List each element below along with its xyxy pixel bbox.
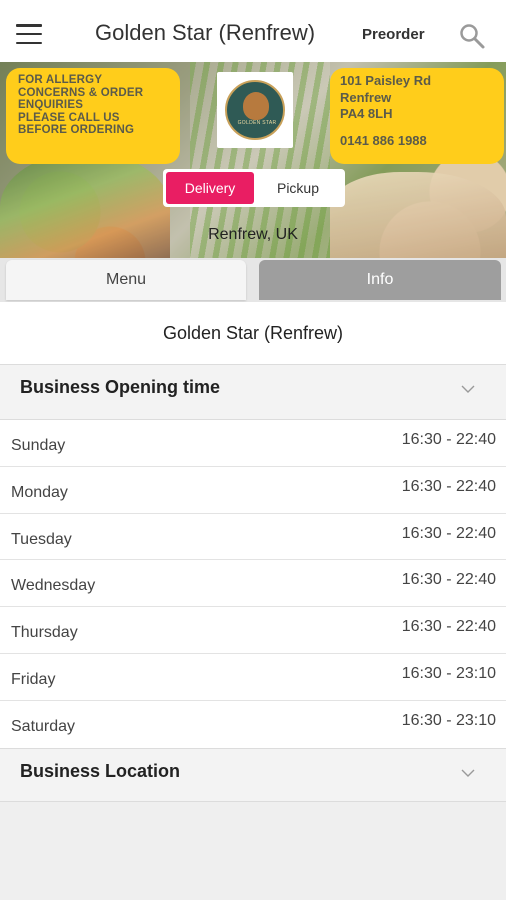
section-title: Business Opening time [20,377,221,397]
time-range: 16:30 - 22:40 [401,571,496,589]
restaurant-location: Renfrew, UK [208,226,298,243]
day-label: Wednesday [11,577,96,595]
hero-banner: FOR ALLERGY CONCERNS & ORDER ENQUIRIES P… [0,62,506,258]
hours-row: Monday 16:30 - 22:40 [0,467,506,514]
hours-row: Sunday 16:30 - 22:40 [0,420,506,467]
day-label: Tuesday [11,530,72,548]
hours-row: Friday 16:30 - 23:10 [0,654,506,701]
address-line: PA4 8LH [340,106,393,121]
day-label: Saturday [11,717,76,735]
logo-emblem: GOLDEN STAR [225,80,285,140]
time-range: 16:30 - 23:10 [401,711,496,729]
hours-row: Wednesday 16:30 - 22:40 [0,560,506,608]
address-line: Renfrew [340,89,392,105]
hours-row: Tuesday 16:30 - 22:40 [0,514,506,561]
day-label: Sunday [11,437,66,454]
app-title: Golden Star (Renfrew) [95,20,316,45]
tab-menu[interactable]: Menu [6,260,246,300]
day-label: Monday [11,483,68,501]
tab-bar: Menu Info [0,258,506,302]
address-line: 101 Paisley Rd [340,73,432,88]
location-section-header[interactable]: Business Location [0,747,506,802]
time-range: 16:30 - 22:40 [401,618,496,636]
time-range: 16:30 - 23:10 [401,664,496,682]
chevron-down-icon [461,769,475,777]
time-range: 16:30 - 22:40 [401,431,496,448]
tab-info[interactable]: Info [259,260,501,300]
allergy-line: BEFORE ORDERING [18,124,135,136]
logo-text: GOLDEN STAR [237,120,277,126]
opening-hours-list: Sunday 16:30 - 22:40 Monday 16:30 - 22:4… [0,420,506,748]
allergy-line: FOR ALLERGY [18,74,103,86]
pickup-button[interactable]: Pickup [254,172,342,204]
search-icon[interactable] [458,22,486,50]
time-range: 16:30 - 22:40 [401,524,496,542]
info-panel: Golden Star (Renfrew) Business Opening t… [0,302,506,802]
chevron-down-icon [461,385,475,393]
app-bar: Golden Star (Renfrew) Preorder [0,0,506,62]
order-type-toggle: Delivery Pickup [163,169,345,207]
time-range: 16:30 - 22:40 [401,477,496,495]
phone-number: 0141 886 1988 [340,132,427,148]
allergy-line: ENQUIRIES [18,99,84,111]
day-label: Thursday [11,624,78,642]
hours-row: Thursday 16:30 - 22:40 [0,607,506,654]
address-notice: 101 Paisley Rd Renfrew PA4 8LH 0141 886 … [330,68,504,164]
day-label: Friday [11,670,56,688]
restaurant-logo: GOLDEN STAR [217,72,293,148]
preorder-button[interactable]: Preorder [362,26,425,43]
allergy-notice: FOR ALLERGY CONCERNS & ORDER ENQUIRIES P… [6,68,180,164]
business-name: Golden Star (Renfrew) [0,302,506,364]
hamburger-icon[interactable] [16,24,42,44]
delivery-button[interactable]: Delivery [166,172,254,204]
allergy-line: PLEASE CALL US [18,111,120,124]
hours-row: Saturday 16:30 - 23:10 [0,701,506,748]
section-title: Business Location [20,760,181,781]
opening-time-section-header[interactable]: Business Opening time [0,364,506,420]
allergy-line: CONCERNS & ORDER [18,86,144,99]
